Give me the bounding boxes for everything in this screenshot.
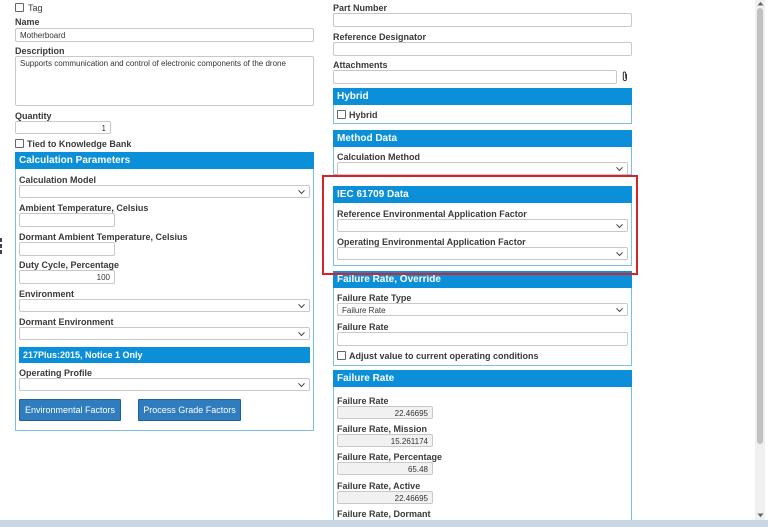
method-data-header: Method Data (333, 130, 632, 147)
override-failure-rate-field[interactable] (337, 332, 628, 346)
chevron-down-icon (298, 382, 305, 387)
notice-subheader: 217Plus:2015, Notice 1 Only (19, 347, 310, 363)
highlight-box (322, 175, 638, 275)
failure-rate-value: 22.46695 (337, 406, 433, 419)
operating-profile-label: Operating Profile (19, 368, 93, 378)
calculation-method-select[interactable] (337, 162, 628, 175)
tied-to-knowledge-bank-checkbox[interactable] (15, 139, 24, 148)
failure-rate-header: Failure Rate (333, 370, 632, 387)
duty-cycle-label: Duty Cycle, Percentage (19, 260, 120, 270)
dormant-environment-select[interactable] (19, 327, 310, 340)
chevron-down-icon (616, 166, 623, 171)
failure-rate-active-value: 22.46695 (337, 491, 433, 504)
attachments-field[interactable] (333, 70, 617, 84)
tag-checkbox[interactable] (15, 3, 24, 12)
dormant-ambient-temperature-label: Dormant Ambient Temperature, Celsius (19, 232, 188, 242)
failure-rate-mission-value: 15.261174 (337, 434, 433, 447)
part-number-label: Part Number (333, 3, 388, 13)
chevron-down-icon (616, 307, 623, 312)
attachments-label: Attachments (333, 60, 388, 70)
scroll-down-arrow-icon[interactable] (757, 513, 764, 518)
process-grade-factors-button[interactable]: Process Grade Factors (138, 399, 241, 421)
failure-rate-percentage-value: 65.48 (337, 462, 433, 475)
calculation-method-label: Calculation Method (337, 152, 420, 162)
scroll-up-arrow-icon[interactable] (757, 1, 764, 6)
failure-rate-percentage-label: Failure Rate, Percentage (337, 452, 443, 462)
calculation-model-label: Calculation Model (19, 175, 97, 185)
environment-label: Environment (19, 289, 75, 299)
paperclip-icon[interactable] (621, 71, 629, 82)
name-label: Name (15, 17, 40, 27)
description-label: Description (15, 46, 65, 56)
failure-rate-label: Failure Rate (337, 396, 389, 406)
tied-to-knowledge-bank-label: Tied to Knowledge Bank (27, 139, 132, 149)
resize-handle[interactable] (0, 238, 3, 258)
scrollbar-thumb[interactable] (757, 8, 763, 444)
description-field[interactable]: Supports communication and control of el… (15, 56, 314, 106)
part-number-field[interactable] (333, 13, 632, 27)
failure-rate-type-label: Failure Rate Type (337, 293, 412, 303)
calculation-model-select[interactable] (19, 185, 310, 198)
dormant-environment-label: Dormant Environment (19, 317, 114, 327)
chevron-down-icon (298, 303, 305, 308)
operating-profile-select[interactable] (19, 378, 310, 391)
adjust-value-label: Adjust value to current operating condit… (349, 351, 539, 361)
window-bottom-edge (0, 520, 768, 527)
hybrid-checkbox[interactable] (337, 110, 346, 119)
environmental-factors-button[interactable]: Environmental Factors (19, 399, 121, 421)
quantity-field[interactable]: 1 (15, 121, 111, 134)
failure-rate-type-value: Failure Rate (342, 306, 386, 315)
dormant-ambient-temperature-field[interactable] (19, 242, 115, 256)
quantity-label: Quantity (15, 111, 52, 121)
failure-rate-active-label: Failure Rate, Active (337, 481, 421, 491)
failure-rate-mission-label: Failure Rate, Mission (337, 424, 428, 434)
environment-select[interactable] (19, 299, 310, 312)
name-field[interactable]: Motherboard (15, 28, 314, 42)
failure-rate-type-select[interactable]: Failure Rate (337, 303, 628, 316)
hybrid-header: Hybrid (333, 88, 632, 105)
chevron-down-icon (298, 331, 305, 336)
override-failure-rate-label: Failure Rate (337, 322, 389, 332)
ambient-temperature-label: Ambient Temperature, Celsius (19, 203, 149, 213)
reference-designator-field[interactable] (333, 42, 632, 56)
calculation-parameters-header: Calculation Parameters (15, 152, 314, 169)
failure-rate-dormant-label: Failure Rate, Dormant (337, 509, 431, 519)
adjust-value-checkbox[interactable] (337, 351, 346, 360)
hybrid-checkbox-label: Hybrid (349, 110, 378, 120)
chevron-down-icon (298, 189, 305, 194)
ambient-temperature-field[interactable] (19, 213, 115, 227)
duty-cycle-field[interactable]: 100 (19, 270, 115, 284)
reference-designator-label: Reference Designator (333, 32, 427, 42)
tag-label: Tag (28, 3, 43, 13)
